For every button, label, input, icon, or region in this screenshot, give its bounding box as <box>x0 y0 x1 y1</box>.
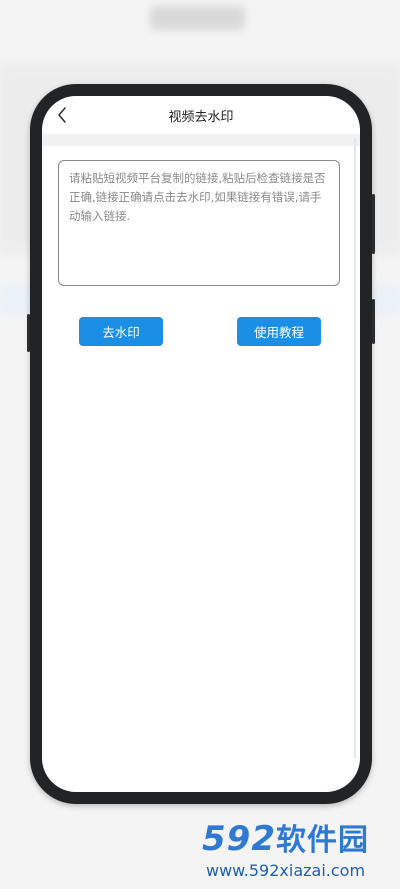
header-divider <box>42 134 360 146</box>
app-screen: 视频去水印 请粘贴短视频平台复制的链接,粘贴后检查链接是否正确,链接正确请点击去… <box>42 96 360 792</box>
link-input-placeholder: 请粘贴短视频平台复制的链接,粘贴后检查链接是否正确,链接正确请点击去水印,如果链… <box>69 171 326 223</box>
remove-watermark-button[interactable]: 去水印 <box>79 317 163 346</box>
power-button <box>372 194 375 254</box>
watermark-logo-text: 软件园 <box>275 823 369 858</box>
tutorial-button[interactable]: 使用教程 <box>237 317 321 346</box>
phone-frame: 视频去水印 请粘贴短视频平台复制的链接,粘贴后检查链接是否正确,链接正确请点击去… <box>27 84 375 804</box>
site-watermark: 592软件园 www.592xiazai.com <box>200 817 400 889</box>
nav-header: 视频去水印 <box>42 96 360 134</box>
back-icon[interactable] <box>54 106 72 124</box>
link-input[interactable]: 请粘贴短视频平台复制的链接,粘贴后检查链接是否正确,链接正确请点击去水印,如果链… <box>58 160 340 286</box>
background-title-blur <box>150 6 245 30</box>
scrollbar[interactable] <box>354 138 356 758</box>
page-title: 视频去水印 <box>168 109 234 125</box>
watermark-logo: 592软件园 <box>202 817 369 863</box>
watermark-logo-number: 592 <box>202 819 276 859</box>
watermark-url: www.592xiazai.com <box>206 861 366 880</box>
side-button <box>372 299 375 344</box>
volume-button <box>27 314 30 352</box>
